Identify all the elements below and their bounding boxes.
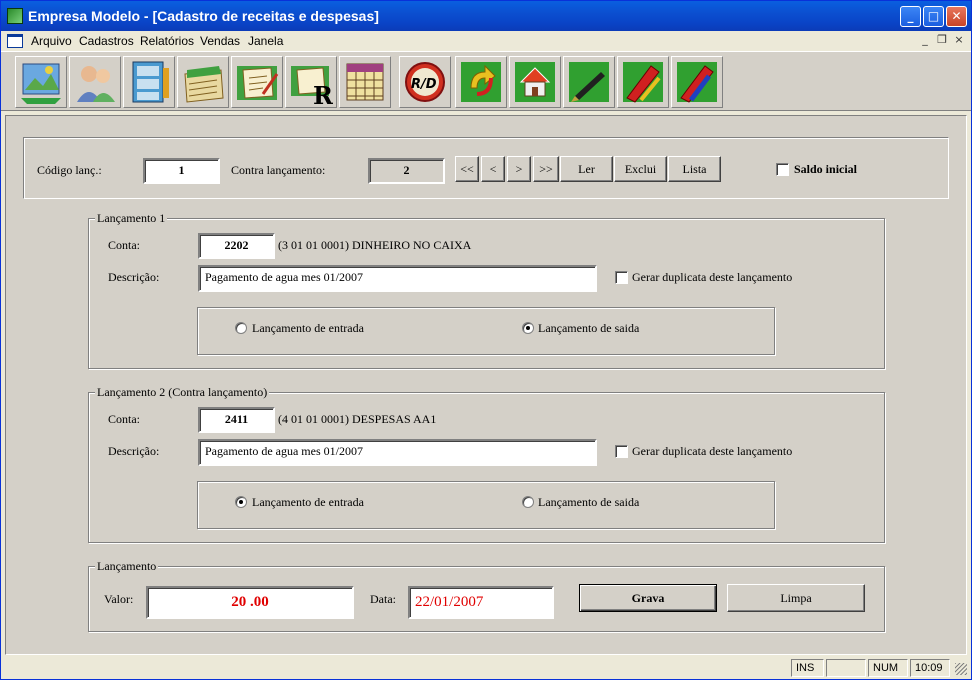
mdi-close-button[interactable]: × <box>952 33 966 47</box>
close-button[interactable]: ✕ <box>946 6 967 27</box>
maximize-button[interactable]: □ <box>923 6 944 27</box>
mdi-minimize-button[interactable]: _ <box>918 33 932 47</box>
nav-first-button[interactable]: << <box>455 156 479 182</box>
home-icon <box>515 62 555 102</box>
nav-prev-button[interactable]: < <box>481 156 505 182</box>
red-pencil-button[interactable] <box>617 56 669 108</box>
contra-label: Contra lançamento: <box>231 163 326 177</box>
lanc1-saida-radio[interactable] <box>522 322 534 334</box>
lanc1-conta-description: (3 01 01 0001) DINHEIRO NO CAIXA <box>278 238 472 252</box>
calendar-grid-button[interactable] <box>339 56 391 108</box>
map-button[interactable] <box>15 56 67 108</box>
lanc1-conta-input[interactable]: 2202 <box>198 233 275 259</box>
contra-input: 2 <box>368 158 445 184</box>
lanc2-descricao-input[interactable]: Pagamento de agua mes 01/2007 <box>198 439 597 466</box>
lanc1-entrada-radio[interactable] <box>235 322 247 334</box>
status-num: NUM <box>868 659 908 677</box>
mdi-window-icon[interactable] <box>7 34 23 48</box>
codigo-label: Código lanç.: <box>37 163 102 177</box>
lanc2-entrada-radio[interactable] <box>235 496 247 508</box>
exclui-button[interactable]: Exclui <box>614 156 667 182</box>
lanc2-saida-label: Lançamento de saida <box>538 495 640 509</box>
blue-pencil-button[interactable] <box>671 56 723 108</box>
lanc2-saida-radio[interactable] <box>522 496 534 508</box>
folders-icon <box>184 66 224 103</box>
window-title: Empresa Modelo - [Cadastro de receitas e… <box>28 8 379 24</box>
folders-button[interactable] <box>177 56 229 108</box>
blue-pencil-icon <box>677 62 717 103</box>
valor-label: Valor: <box>104 592 134 606</box>
nav-last-button[interactable]: >> <box>533 156 559 182</box>
rd-glyph: R/D <box>411 77 437 92</box>
status-ins: INS <box>791 659 824 677</box>
lanc2-entrada-label: Lançamento de entrada <box>252 495 364 509</box>
clients-button[interactable] <box>69 56 121 108</box>
document-report-icon: R <box>291 66 333 104</box>
resize-grip[interactable] <box>955 663 967 675</box>
lista-button[interactable]: Lista <box>668 156 721 182</box>
limpa-button[interactable]: Limpa <box>727 584 865 612</box>
menu-janela[interactable]: Janela <box>248 34 283 48</box>
pen-button[interactable] <box>563 56 615 108</box>
report-r-glyph: R <box>313 81 333 104</box>
rd-button[interactable]: R/D <box>399 56 451 108</box>
lanc1-saida-label: Lançamento de saida <box>538 321 640 335</box>
lanc2-duplicata-label: Gerar duplicata deste lançamento <box>632 444 793 458</box>
saldo-inicial-checkbox[interactable] <box>776 163 789 176</box>
grava-button[interactable]: Grava <box>579 584 717 612</box>
menu-bar: Arquivo Cadastros Relatórios Vendas Jane… <box>1 31 971 51</box>
lanc2-descricao-label: Descrição: <box>108 444 160 458</box>
menu-vendas[interactable]: Vendas <box>200 34 240 48</box>
status-bar: INS NUM 10:09 <box>1 657 971 679</box>
lanc1-descricao-input[interactable]: Pagamento de agua mes 01/2007 <box>198 265 597 292</box>
data-label: Data: <box>370 592 396 606</box>
status-blank <box>826 659 866 677</box>
pen-icon <box>569 62 609 102</box>
status-time: 10:09 <box>910 659 950 677</box>
clients-icon <box>77 66 115 102</box>
app-icon <box>7 8 23 24</box>
lanc1-duplicata-checkbox[interactable] <box>615 271 628 284</box>
app-window: Empresa Modelo - [Cadastro de receitas e… <box>0 0 972 680</box>
lanc1-duplicata-label: Gerar duplicata deste lançamento <box>632 270 793 284</box>
red-pencil-icon <box>623 62 663 103</box>
refresh-icon <box>461 62 501 102</box>
rd-icon: R/D <box>405 62 445 102</box>
nav-next-button[interactable]: > <box>507 156 531 182</box>
toolbar: R R/D <box>1 51 971 111</box>
map-icon <box>21 63 61 104</box>
calendar-grid-icon <box>346 63 384 101</box>
lancamento1-title: Lançamento 1 <box>95 211 168 226</box>
mdi-restore-button[interactable]: ❐ <box>935 33 949 47</box>
lanc1-conta-label: Conta: <box>108 238 140 252</box>
menu-relatorios[interactable]: Relatórios <box>140 34 194 48</box>
minimize-button[interactable]: _ <box>900 6 921 27</box>
cabinet-button[interactable] <box>123 56 175 108</box>
home-button[interactable] <box>509 56 561 108</box>
ler-button[interactable]: Ler <box>560 156 613 182</box>
saldo-inicial-label: Saldo inicial <box>794 162 858 176</box>
lancamento2-title: Lançamento 2 (Contra lançamento) <box>95 385 270 400</box>
lanc2-conta-input[interactable]: 2411 <box>198 407 275 433</box>
title-bar[interactable]: Empresa Modelo - [Cadastro de receitas e… <box>1 1 971 31</box>
menu-arquivo[interactable]: Arquivo <box>31 34 72 48</box>
lancamento-title: Lançamento <box>95 559 159 574</box>
valor-input[interactable]: 20 .00 <box>146 586 354 619</box>
refresh-button[interactable] <box>455 56 507 108</box>
lanc1-descricao-label: Descrição: <box>108 270 160 284</box>
lanc2-conta-label: Conta: <box>108 412 140 426</box>
document-edit-button[interactable] <box>231 56 283 108</box>
lanc1-entrada-label: Lançamento de entrada <box>252 321 364 335</box>
data-input[interactable]: 22/01/2007 <box>408 586 554 619</box>
menu-cadastros[interactable]: Cadastros <box>79 34 134 48</box>
lanc2-conta-description: (4 01 01 0001) DESPESAS AA1 <box>278 412 437 426</box>
document-edit-icon <box>237 66 279 100</box>
document-report-button[interactable]: R <box>285 56 337 108</box>
cabinet-icon <box>132 61 169 103</box>
lanc2-duplicata-checkbox[interactable] <box>615 445 628 458</box>
codigo-input[interactable]: 1 <box>143 158 220 184</box>
